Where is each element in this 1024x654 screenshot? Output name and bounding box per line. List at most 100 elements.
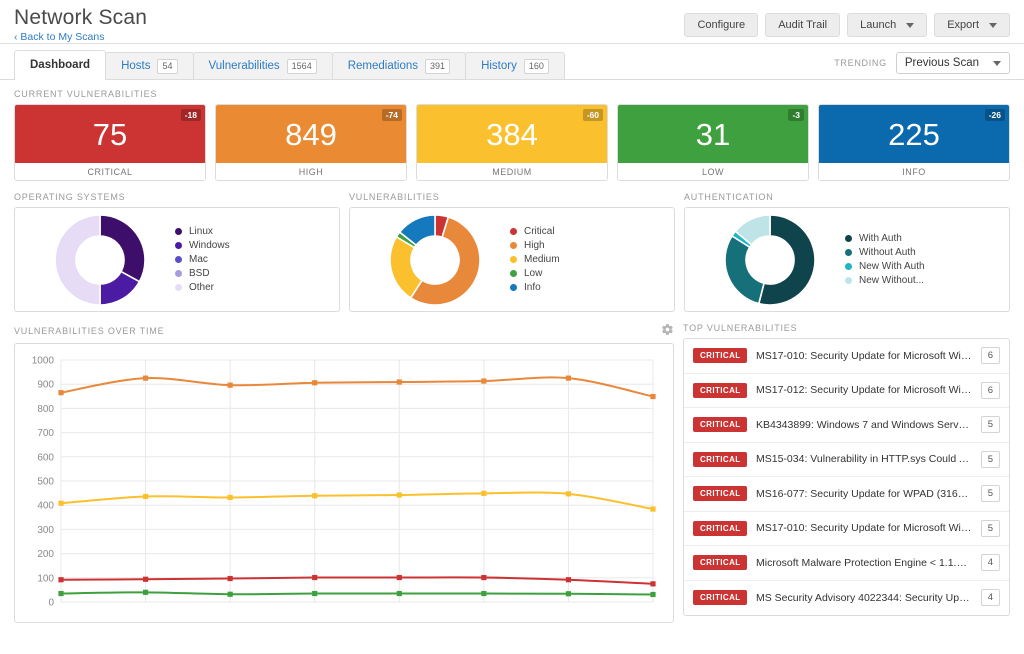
severity-count: 75: [93, 119, 127, 150]
title-block: Network Scan ‹ Back to My Scans: [14, 6, 147, 45]
legend-color-swatch: [175, 228, 182, 235]
data-point-marker[interactable]: [312, 380, 317, 385]
donut-segment-without-auth[interactable]: [725, 235, 764, 303]
header-action-buttons: Configure Audit Trail Launch Export: [684, 6, 1010, 37]
severity-delta-badge: -60: [583, 109, 603, 121]
tab-vulnerabilities[interactable]: Vulnerabilities1564: [193, 52, 333, 79]
data-point-marker[interactable]: [566, 577, 571, 582]
tab-hosts[interactable]: Hosts54: [105, 52, 193, 79]
line-series-critical: [61, 577, 653, 583]
data-point-marker[interactable]: [650, 394, 655, 399]
vulnerability-row[interactable]: CRITICALMS Security Advisory 4022344: Se…: [684, 581, 1009, 616]
data-point-marker[interactable]: [566, 591, 571, 596]
vulnerability-name: MS17-010: Security Update for Microsoft …: [756, 350, 972, 362]
vulnerability-row[interactable]: CRITICALKB4343899: Windows 7 and Windows…: [684, 408, 1009, 443]
y-axis-tick-label: 700: [37, 428, 54, 439]
data-point-marker[interactable]: [228, 495, 233, 500]
severity-label: LOW: [618, 163, 808, 180]
data-point-marker[interactable]: [481, 491, 486, 496]
vulnerability-row[interactable]: CRITICALMS17-010: Security Update for Mi…: [684, 512, 1009, 547]
severity-card-low[interactable]: 31-3LOW: [617, 104, 809, 181]
data-point-marker[interactable]: [143, 494, 148, 499]
severity-card-info[interactable]: 225-26INFO: [818, 104, 1010, 181]
severity-label: INFO: [819, 163, 1009, 180]
legend-item-high: High: [510, 240, 664, 251]
data-point-marker[interactable]: [228, 383, 233, 388]
data-point-marker[interactable]: [312, 575, 317, 580]
data-point-marker[interactable]: [143, 577, 148, 582]
vulnerability-count: 5: [981, 520, 1000, 537]
data-point-marker[interactable]: [397, 575, 402, 580]
severity-delta-badge: -26: [985, 109, 1005, 121]
data-point-marker[interactable]: [58, 501, 63, 506]
data-point-marker[interactable]: [566, 376, 571, 381]
trending-select[interactable]: Previous Scan: [896, 52, 1010, 74]
vulnerabilities-panel: CriticalHighMediumLowInfo: [349, 207, 675, 312]
data-point-marker[interactable]: [397, 591, 402, 596]
launch-button[interactable]: Launch: [847, 13, 927, 37]
legend-label: Other: [189, 282, 214, 293]
legend-item-medium: Medium: [510, 254, 664, 265]
data-point-marker[interactable]: [312, 493, 317, 498]
data-point-marker[interactable]: [481, 591, 486, 596]
data-point-marker[interactable]: [481, 378, 486, 383]
tab-count-badge: 160: [524, 59, 549, 74]
authentication-panel: With AuthWithout AuthNew With AuthNew Wi…: [684, 207, 1010, 312]
data-point-marker[interactable]: [143, 590, 148, 595]
tab-count-badge: 391: [425, 59, 450, 74]
vulnerability-row[interactable]: CRITICALMS17-012: Security Update for Mi…: [684, 374, 1009, 409]
legend-label: Linux: [189, 226, 213, 237]
severity-delta-badge: -18: [181, 109, 201, 121]
y-axis-tick-label: 200: [37, 549, 54, 560]
vulnerabilities-over-time-label: VULNERABILITIES OVER TIME: [14, 326, 164, 336]
data-point-marker[interactable]: [58, 577, 63, 582]
tab-history[interactable]: History160: [465, 52, 565, 79]
severity-card-medium[interactable]: 384-60MEDIUM: [416, 104, 608, 181]
data-point-marker[interactable]: [397, 379, 402, 384]
vulnerability-row[interactable]: CRITICALMS17-010: Security Update for Mi…: [684, 339, 1009, 374]
legend-item-other: Other: [175, 282, 329, 293]
export-button[interactable]: Export: [934, 13, 1010, 37]
button-label: Configure: [697, 19, 745, 31]
data-point-marker[interactable]: [650, 581, 655, 586]
y-axis-tick-label: 600: [37, 452, 54, 463]
donut-segment-medium[interactable]: [390, 236, 422, 297]
page-title: Network Scan: [14, 6, 147, 30]
donut-segment-other[interactable]: [55, 215, 100, 305]
severity-count: 849: [285, 119, 337, 150]
severity-card-critical[interactable]: 75 -18 CRITICAL: [14, 104, 206, 181]
chevron-down-icon: [993, 61, 1001, 66]
vulnerability-count: 6: [981, 382, 1000, 399]
data-point-marker[interactable]: [650, 506, 655, 511]
data-point-marker[interactable]: [566, 491, 571, 496]
legend-label: New With Auth: [859, 261, 925, 272]
data-point-marker[interactable]: [58, 390, 63, 395]
data-point-marker[interactable]: [650, 592, 655, 597]
data-point-marker[interactable]: [481, 575, 486, 580]
back-to-my-scans-link[interactable]: ‹ Back to My Scans: [14, 30, 147, 45]
configure-button[interactable]: Configure: [684, 13, 758, 37]
data-point-marker[interactable]: [58, 591, 63, 596]
vulnerabilities-over-time-section: VULNERABILITIES OVER TIME 01002003004005…: [14, 314, 674, 623]
data-point-marker[interactable]: [143, 376, 148, 381]
legend-color-swatch: [845, 235, 852, 242]
severity-card-high[interactable]: 849-74HIGH: [215, 104, 407, 181]
gear-icon[interactable]: [661, 323, 674, 338]
data-point-marker[interactable]: [397, 492, 402, 497]
legend-item-new-with-auth: New With Auth: [845, 261, 999, 272]
vulnerability-row[interactable]: CRITICALMicrosoft Malware Protection Eng…: [684, 546, 1009, 581]
data-point-marker[interactable]: [228, 592, 233, 597]
severity-card-body: 225-26: [819, 105, 1009, 163]
vulnerability-row[interactable]: CRITICALMS16-077: Security Update for WP…: [684, 477, 1009, 512]
tab-dashboard[interactable]: Dashboard: [14, 50, 106, 79]
tab-label: Vulnerabilities: [209, 60, 280, 72]
data-point-marker[interactable]: [228, 576, 233, 581]
vulnerability-row[interactable]: CRITICALMS15-034: Vulnerability in HTTP.…: [684, 443, 1009, 478]
y-axis-tick-label: 300: [37, 525, 54, 536]
tab-remediations[interactable]: Remediations391: [332, 52, 466, 79]
vulnerabilities-donut-section: VULNERABILITIES CriticalHighMediumLowInf…: [349, 183, 675, 312]
severity-label: CRITICAL: [15, 163, 205, 180]
legend-color-swatch: [175, 270, 182, 277]
data-point-marker[interactable]: [312, 591, 317, 596]
audit-trail-button[interactable]: Audit Trail: [765, 13, 840, 37]
